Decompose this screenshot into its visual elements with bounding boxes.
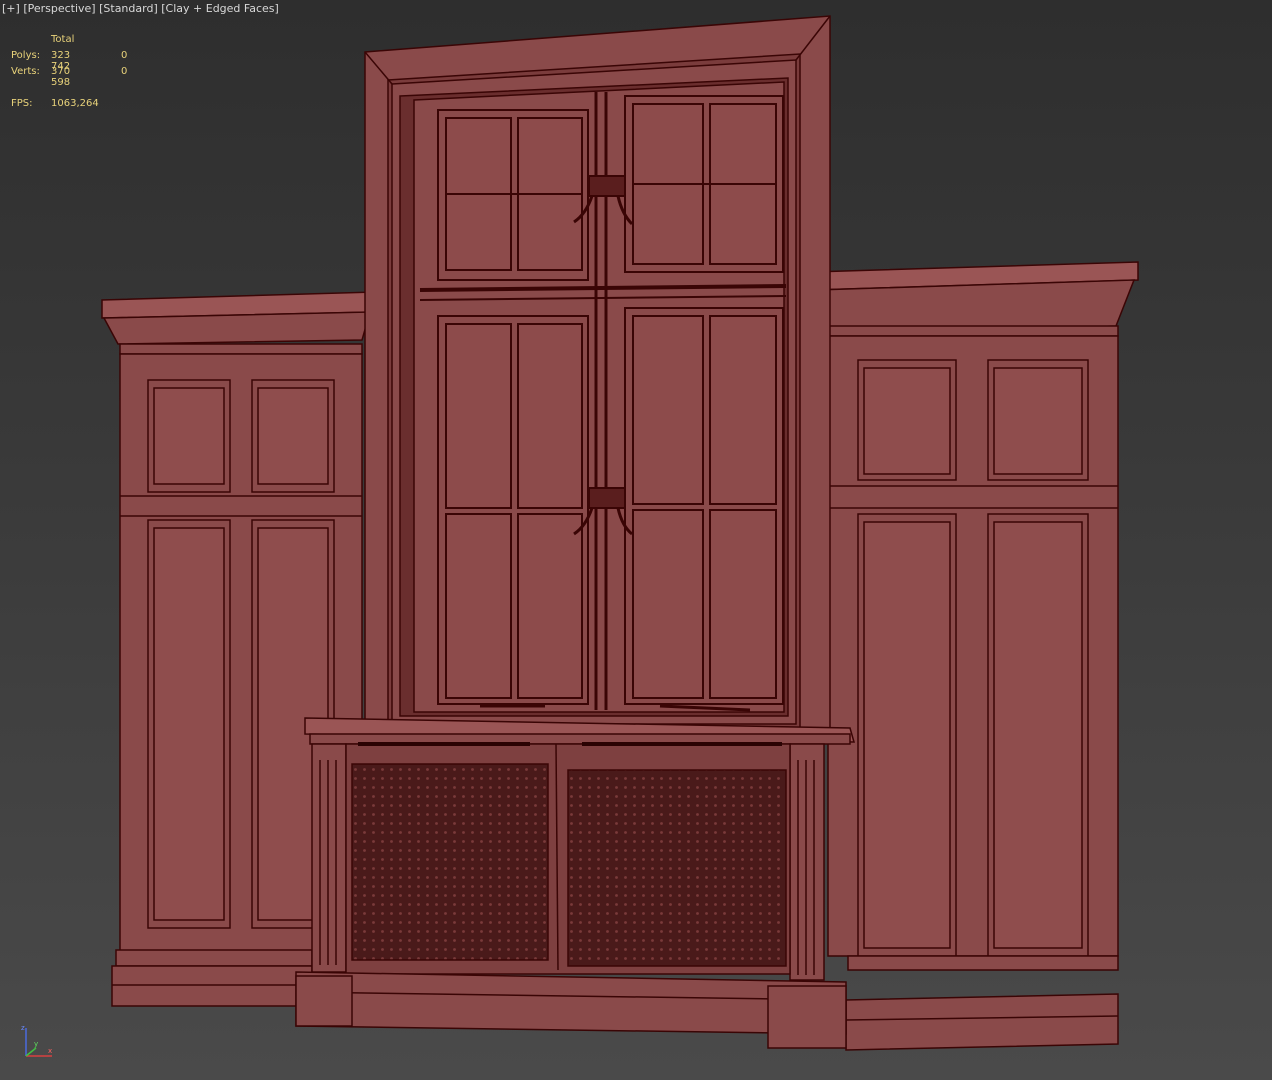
fps-value: 1063,264 [51, 98, 99, 109]
viewport-menu-shading[interactable]: [Clay + Edged Faces] [161, 2, 279, 15]
polys-label: Polys: [11, 50, 41, 61]
verts-label: Verts: [11, 66, 40, 77]
svg-text:z: z [21, 1024, 25, 1032]
fps-label: FPS: [11, 98, 33, 109]
viewport-menu-standard[interactable]: [Standard] [99, 2, 158, 15]
viewport-label[interactable]: [+] [Perspective] [Standard] [Clay + Edg… [2, 2, 279, 15]
verts-selected: 0 [121, 66, 128, 77]
svg-text:y: y [34, 1040, 38, 1048]
verts-value: 370 598 [51, 66, 71, 88]
svg-text:x: x [48, 1047, 52, 1055]
xyz-axis-tripod-icon: z x y [21, 1024, 52, 1057]
model-scene [101, 15, 1139, 1051]
perspective-viewport[interactable]: [+] [Perspective] [Standard] [Clay + Edg… [0, 0, 1272, 1080]
polys-selected: 0 [121, 50, 128, 61]
right-wall-panel [811, 261, 1139, 1051]
radiator-cabinet [295, 717, 855, 1049]
viewport-menu-plus[interactable]: [+] [2, 2, 20, 15]
viewport-menu-perspective[interactable]: [Perspective] [23, 2, 95, 15]
stats-header: Total [51, 34, 75, 45]
